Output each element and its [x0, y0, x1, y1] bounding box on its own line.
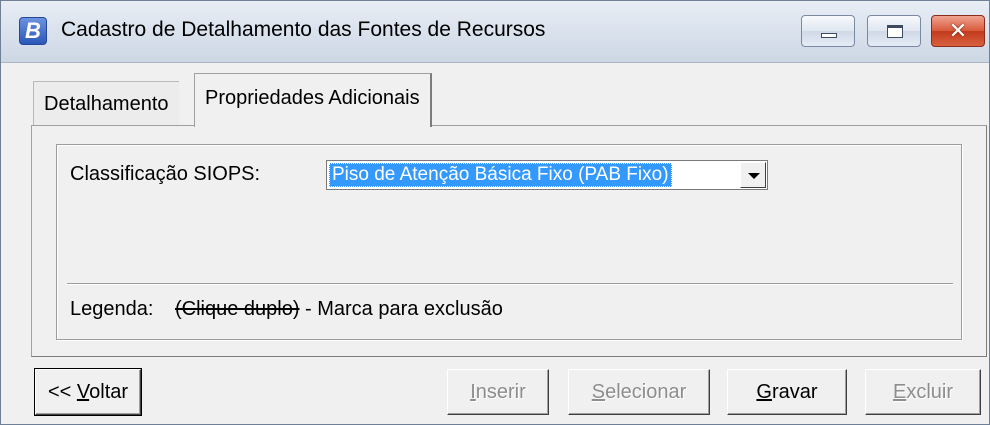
classificacao-siops-select[interactable]: Piso de Atenção Básica Fixo (PAB Fixo)	[326, 160, 768, 190]
app-logo-icon: B	[19, 17, 47, 45]
tab-panel: Classificação SIOPS: Piso de Atenção Bás…	[31, 125, 987, 357]
classificacao-siops-value: Piso de Atenção Básica Fixo (PAB Fixo)	[329, 163, 672, 187]
excluir-hotkey: E	[892, 381, 907, 403]
voltar-button[interactable]: << Voltar	[34, 368, 142, 416]
selecionar-label-rest: elecionar	[605, 381, 687, 403]
inserir-button[interactable]: Inserir	[447, 369, 549, 415]
main-window: B Cadastro de Detalhamento das Fontes de…	[0, 0, 990, 425]
inserir-label-rest: nserir	[475, 381, 526, 403]
chevron-down-icon[interactable]	[740, 162, 766, 188]
minimize-icon	[821, 33, 837, 38]
excluir-label-rest: xcluir	[906, 381, 953, 403]
gravar-label-rest: ravar	[771, 381, 818, 403]
gravar-hotkey: G	[756, 381, 772, 403]
properties-group: Classificação SIOPS: Piso de Atenção Bás…	[56, 144, 962, 340]
selecionar-hotkey: S	[591, 381, 606, 403]
legend-label: Legenda:	[70, 298, 154, 320]
excluir-button[interactable]: Excluir	[865, 369, 981, 415]
close-icon: ✕	[948, 18, 968, 43]
title-bar[interactable]: B Cadastro de Detalhamento das Fontes de…	[1, 1, 989, 63]
maximize-icon	[887, 25, 903, 38]
legend-key: (Clique duplo)	[175, 298, 300, 320]
tab-detalhamento[interactable]: Detalhamento	[33, 81, 179, 125]
divider	[67, 283, 953, 285]
legend-text: - Marca para exclusão	[305, 298, 503, 320]
window-title: Cadastro de Detalhamento das Fontes de R…	[61, 18, 546, 41]
gravar-button[interactable]: Gravar	[727, 369, 847, 415]
classificacao-siops-label: Classificação SIOPS:	[70, 163, 261, 185]
tab-propriedades-adicionais[interactable]: Propriedades Adicionais	[194, 73, 432, 127]
minimize-button[interactable]	[801, 15, 855, 47]
voltar-prefix: <<	[47, 381, 77, 403]
selecionar-button[interactable]: Selecionar	[568, 369, 710, 415]
close-button[interactable]: ✕	[931, 15, 985, 47]
voltar-label-rest: oltar	[89, 381, 129, 403]
maximize-button[interactable]	[867, 15, 921, 47]
voltar-hotkey: V	[76, 381, 90, 403]
